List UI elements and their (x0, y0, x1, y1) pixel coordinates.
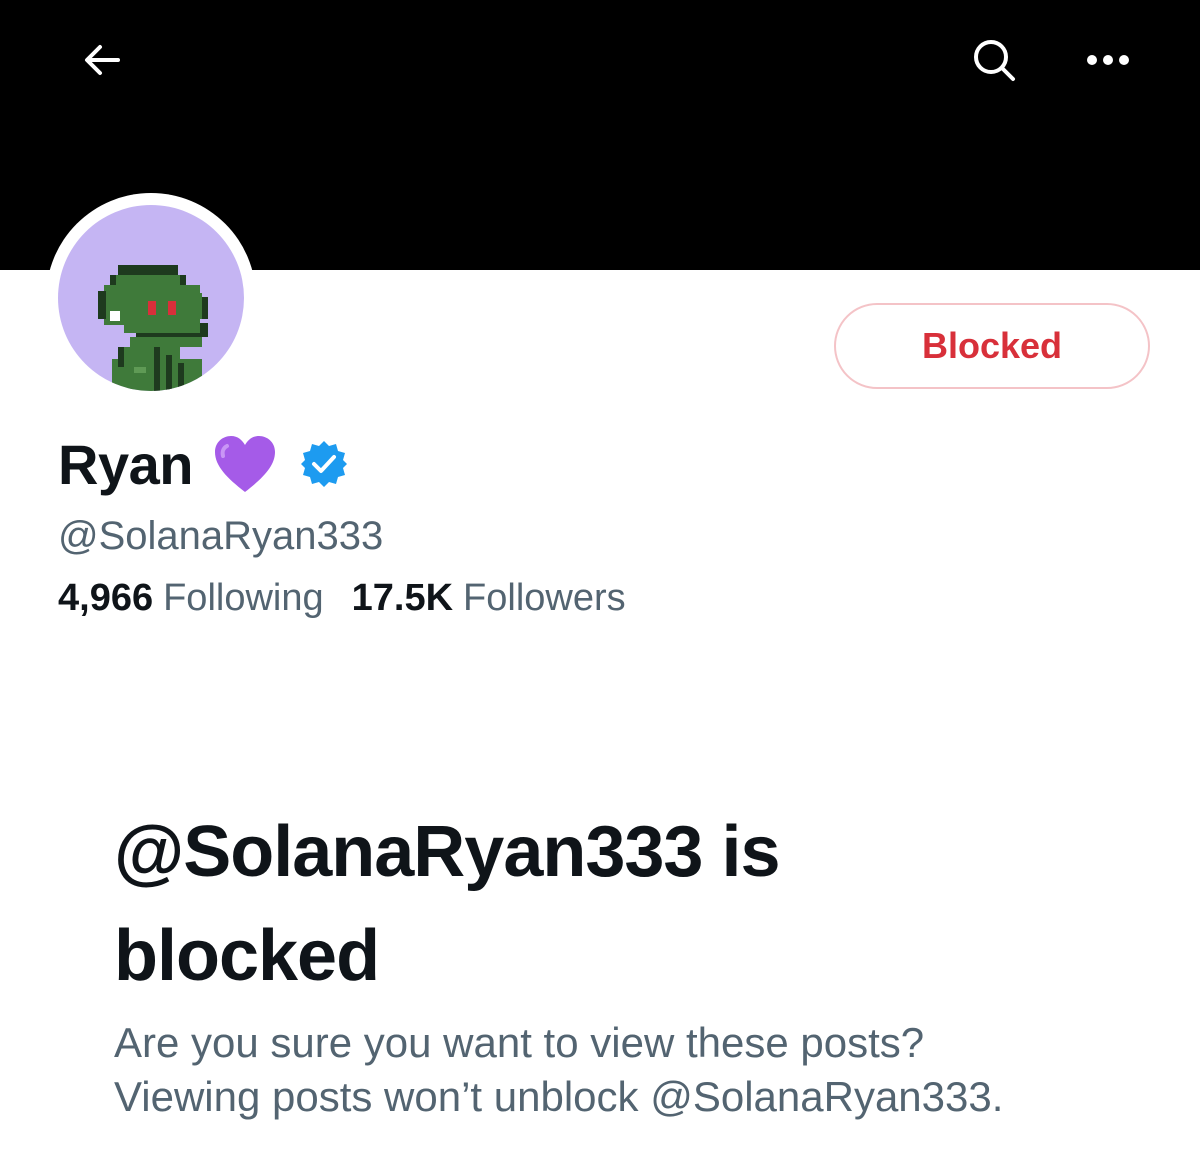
avatar-pixel-art (98, 265, 208, 391)
blocked-notice-line2: Viewing posts won’t unblock @SolanaRyan3… (114, 1073, 1004, 1120)
search-icon (970, 36, 1018, 89)
purple-heart-icon (213, 432, 277, 496)
blocked-button-label: Blocked (921, 325, 1063, 366)
blocked-notice-description: Are you sure you want to view these post… (114, 1016, 1154, 1124)
profile-handle: @SolanaRyan333 (58, 514, 384, 558)
followers-stat[interactable]: 17.5K Followers (352, 577, 626, 620)
followers-count: 17.5K (351, 577, 454, 619)
followers-label: Followers (463, 577, 626, 619)
profile-stats: 4,966 Following 17.5K Followers (58, 577, 626, 620)
blocked-notice-line1: Are you sure you want to view these post… (114, 1019, 925, 1066)
display-name: Ryan (58, 432, 193, 496)
search-button[interactable] (962, 30, 1026, 94)
more-horizontal-icon (1086, 53, 1130, 72)
verified-badge-icon[interactable] (299, 439, 349, 489)
following-count: 4,966 (58, 577, 154, 619)
following-label: Following (163, 577, 324, 619)
following-stat[interactable]: 4,966 Following (58, 577, 324, 620)
blocked-notice-title: @SolanaRyan333 is blocked (114, 812, 781, 996)
name-row: Ryan (58, 428, 349, 500)
avatar[interactable] (58, 205, 244, 391)
back-button[interactable] (70, 30, 134, 94)
more-button[interactable] (1076, 30, 1140, 94)
blocked-button[interactable]: Blocked (834, 303, 1150, 389)
arrow-left-icon (80, 38, 124, 87)
